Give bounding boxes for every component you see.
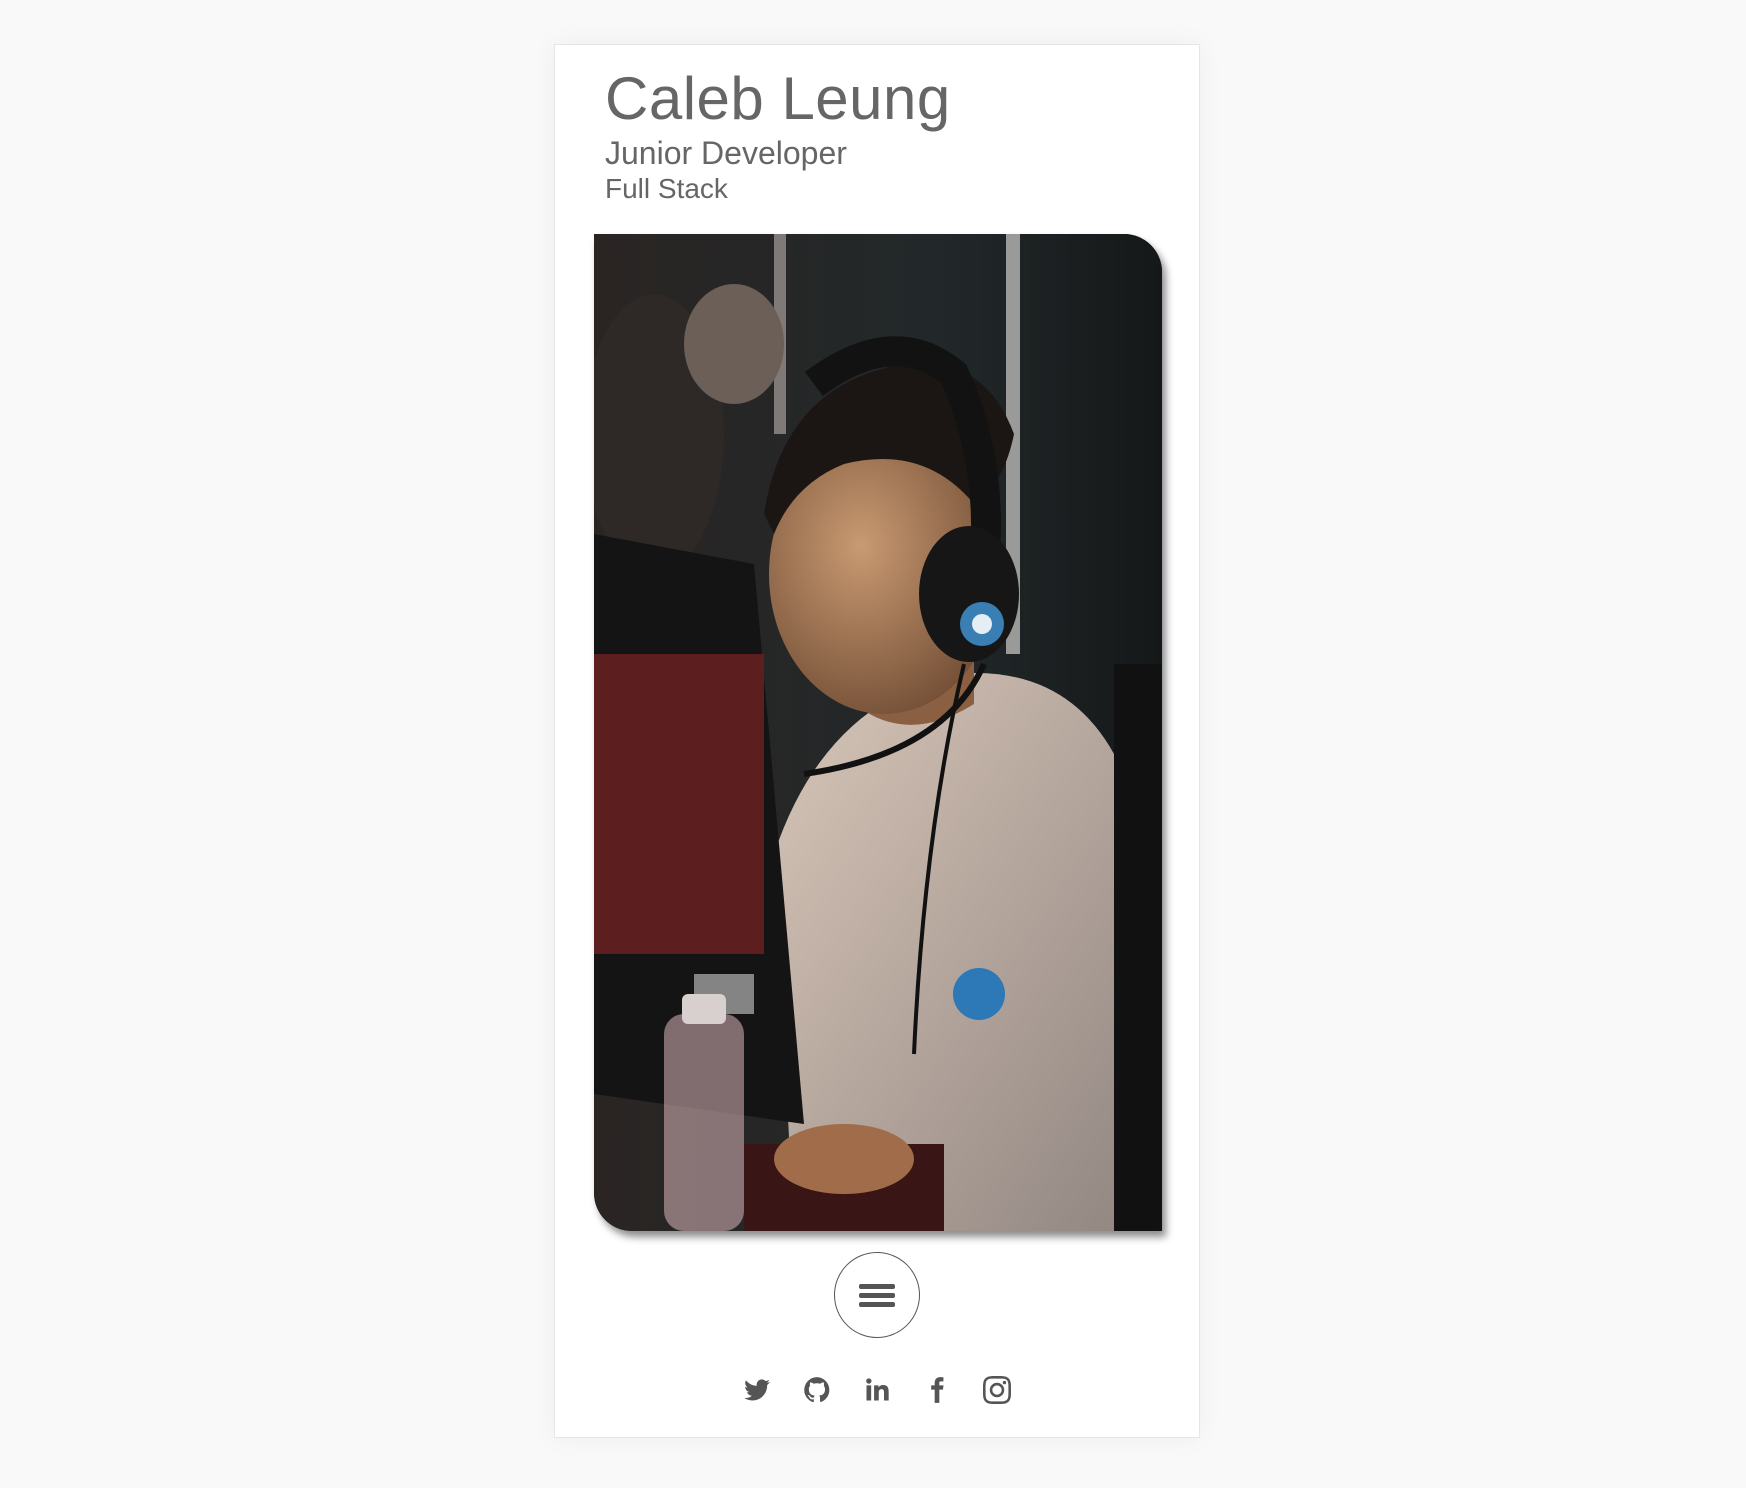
github-icon <box>804 1377 830 1403</box>
instagram-link[interactable] <box>982 1375 1012 1405</box>
hamburger-menu-icon <box>859 1280 895 1311</box>
facebook-icon <box>931 1377 944 1403</box>
facebook-link[interactable] <box>922 1375 952 1405</box>
profile-card: Caleb Leung Junior Developer Full Stack <box>554 44 1200 1438</box>
linkedin-link[interactable] <box>862 1375 892 1405</box>
profile-photo-illustration <box>594 234 1162 1231</box>
twitter-icon <box>744 1379 770 1401</box>
social-links <box>555 1375 1199 1405</box>
profile-photo <box>594 234 1162 1231</box>
linkedin-icon <box>866 1378 889 1401</box>
profile-header: Caleb Leung Junior Developer Full Stack <box>605 63 951 207</box>
menu-button[interactable] <box>834 1252 920 1338</box>
profile-subtitle: Full Stack <box>605 173 728 204</box>
profile-title: Junior Developer <box>605 135 847 171</box>
github-link[interactable] <box>802 1375 832 1405</box>
profile-name: Caleb Leung <box>605 65 951 132</box>
instagram-icon <box>983 1376 1011 1404</box>
twitter-link[interactable] <box>742 1375 772 1405</box>
